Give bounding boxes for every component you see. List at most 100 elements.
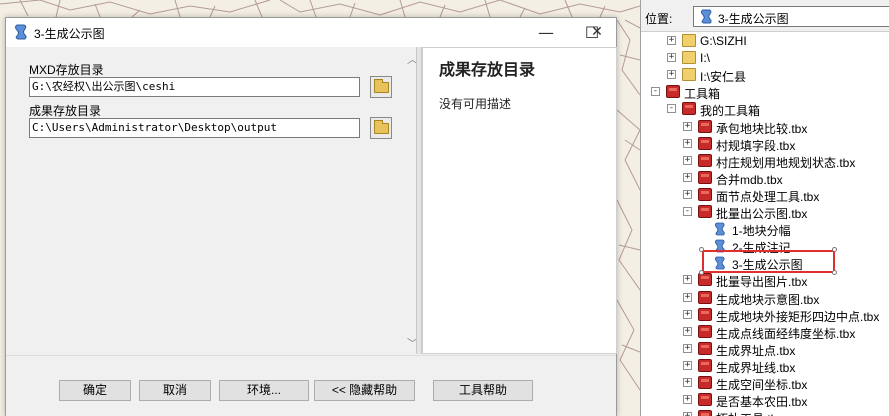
catalog-panel: 位置: 3-生成公示图 + G:\SIZHI + I:\ + I:\安仁县 - 工具箱 - 我的工… <box>640 0 889 416</box>
collapse-icon[interactable]: - <box>651 87 660 97</box>
folder-icon <box>682 68 696 82</box>
tree-item[interactable]: + 拓扑工具.tbx <box>641 409 889 416</box>
tree-item[interactable]: + I:\安仁县 <box>641 67 889 84</box>
tree-item[interactable]: + 批量导出图片.tbx <box>641 272 889 289</box>
tree-item[interactable]: + 面节点处理工具.tbx <box>641 187 889 204</box>
selection-highlight-box <box>702 250 835 273</box>
toolbox-icon <box>698 273 712 287</box>
tree-item[interactable]: - 批量出公示图.tbx <box>641 204 889 221</box>
tool-help-button[interactable]: 工具帮助 <box>433 380 533 401</box>
dialog-title: 3-生成公示图 <box>34 27 105 41</box>
expand-icon[interactable]: + <box>683 360 692 370</box>
expand-icon[interactable]: + <box>683 121 692 131</box>
hide-help-button[interactable]: << 隐藏帮助 <box>314 380 415 401</box>
tree-item-label: 生成地块外接矩形四边中点.tbx <box>716 309 880 324</box>
expand-icon[interactable]: + <box>683 412 692 416</box>
help-description: 没有可用描述 <box>439 97 512 111</box>
tree-item-label: 生成界址线.tbx <box>716 360 796 375</box>
tree-item-label: 承包地块比较.tbx <box>716 121 808 136</box>
tree-item-label: 生成点线面经纬度坐标.tbx <box>716 326 856 341</box>
tree-item[interactable]: + 村庄规划用地规划状态.tbx <box>641 153 889 170</box>
toolbox-icon <box>698 307 712 321</box>
dialog-titlebar[interactable]: 3-生成公示图 — ☐ <box>6 18 616 47</box>
catalog-tree[interactable]: + G:\SIZHI + I:\ + I:\安仁县 - 工具箱 - 我的工具箱 + 承包地块比较.tb… <box>641 32 889 416</box>
highlight-handle <box>832 270 837 275</box>
expand-icon[interactable]: + <box>683 275 692 285</box>
tree-item-label: I:\ <box>700 51 711 66</box>
toolbox-icon <box>698 290 712 304</box>
expand-icon[interactable]: + <box>683 172 692 182</box>
tree-item[interactable]: - 工具箱 <box>641 84 889 101</box>
tree-item[interactable]: - 我的工具箱 <box>641 101 889 118</box>
folder-icon <box>682 51 696 65</box>
tree-item-label: 我的工具箱 <box>700 104 761 119</box>
output-dir-input[interactable]: C:\Users\Administrator\Desktop\output <box>29 118 360 138</box>
tree-item[interactable]: + 生成空间坐标.tbx <box>641 375 889 392</box>
folder-icon <box>374 120 389 134</box>
tree-item[interactable]: + 村规填字段.tbx <box>641 136 889 153</box>
toolbox-icon <box>698 153 712 167</box>
toolbox-icon <box>698 341 712 355</box>
tree-item[interactable]: + I:\ <box>641 50 889 67</box>
location-label: 位置: <box>645 12 673 26</box>
close-button[interactable]: ✕ <box>577 18 617 47</box>
tree-item[interactable]: + 生成地块示意图.tbx <box>641 290 889 307</box>
environments-button[interactable]: 环境... <box>219 380 309 401</box>
script-tool-icon <box>700 9 712 24</box>
expand-icon[interactable]: + <box>683 395 692 405</box>
highlight-handle <box>699 247 704 252</box>
toolbox-icon <box>698 136 712 150</box>
tree-item[interactable]: + 生成地块外接矩形四边中点.tbx <box>641 307 889 324</box>
location-bar: 位置: 3-生成公示图 <box>641 0 889 32</box>
folder-icon <box>374 79 389 93</box>
tree-item-label: 1-地块分幅 <box>732 224 791 239</box>
parameters-pane: MXD存放目录 G:\农经权\出公示图\ceshi 成果存放目录 C:\User… <box>12 47 418 354</box>
output-dir-label: 成果存放目录 <box>29 104 102 118</box>
help-title: 成果存放目录 <box>439 62 536 79</box>
expand-icon[interactable]: + <box>667 70 676 80</box>
collapse-icon[interactable]: - <box>683 207 692 216</box>
collapse-icon[interactable]: - <box>667 104 676 114</box>
toolbox-icon <box>698 358 712 372</box>
tree-item[interactable]: + G:\SIZHI <box>641 33 889 50</box>
folder-icon <box>682 34 696 47</box>
cancel-button[interactable]: 取消 <box>139 380 211 401</box>
expand-icon[interactable]: + <box>667 36 676 45</box>
script-tool-icon <box>714 222 726 236</box>
output-dir-browse-button[interactable] <box>370 117 392 139</box>
expand-icon[interactable]: + <box>683 343 692 353</box>
tree-item[interactable]: + 合并mdb.tbx <box>641 170 889 187</box>
minimize-button[interactable]: — <box>523 18 569 47</box>
expand-icon[interactable]: + <box>667 53 676 63</box>
expand-icon[interactable]: + <box>683 309 692 319</box>
tree-item-label: 工具箱 <box>684 87 721 102</box>
toolbox-icon <box>698 393 712 407</box>
expand-icon[interactable]: + <box>683 292 692 302</box>
tree-item[interactable]: + 是否基本农田.tbx <box>641 392 889 409</box>
toolbox-icon <box>698 187 712 201</box>
tree-item[interactable]: 1-地块分幅 <box>641 221 889 238</box>
location-value: 3-生成公示图 <box>718 12 789 26</box>
expand-icon[interactable]: + <box>683 326 692 336</box>
mxd-dir-input[interactable]: G:\农经权\出公示图\ceshi <box>29 77 360 97</box>
highlight-handle <box>832 247 837 252</box>
tree-item-label: 批量出公示图.tbx <box>716 207 808 221</box>
tree-item[interactable]: + 生成界址线.tbx <box>641 358 889 375</box>
mxd-dir-browse-button[interactable] <box>370 76 392 98</box>
script-tool-icon <box>15 24 27 40</box>
tree-item[interactable]: + 生成界址点.tbx <box>641 341 889 358</box>
location-input[interactable]: 3-生成公示图 <box>693 6 889 27</box>
expand-icon[interactable]: + <box>683 155 692 165</box>
expand-icon[interactable]: + <box>683 138 692 148</box>
expand-icon[interactable]: + <box>683 189 692 199</box>
expand-icon[interactable]: + <box>683 378 692 387</box>
tree-item[interactable]: + 生成点线面经纬度坐标.tbx <box>641 324 889 341</box>
dialog-button-bar: 确定 取消 环境... << 隐藏帮助 工具帮助 <box>6 355 616 416</box>
tree-item-label: G:\SIZHI <box>700 34 747 48</box>
tree-item[interactable]: + 承包地块比较.tbx <box>641 119 889 136</box>
highlight-handle <box>699 270 704 275</box>
ok-button[interactable]: 确定 <box>59 380 131 401</box>
tree-item-label: I:\安仁县 <box>700 70 747 85</box>
toolbox-icon <box>698 324 712 338</box>
toolbox-icon <box>682 102 696 116</box>
